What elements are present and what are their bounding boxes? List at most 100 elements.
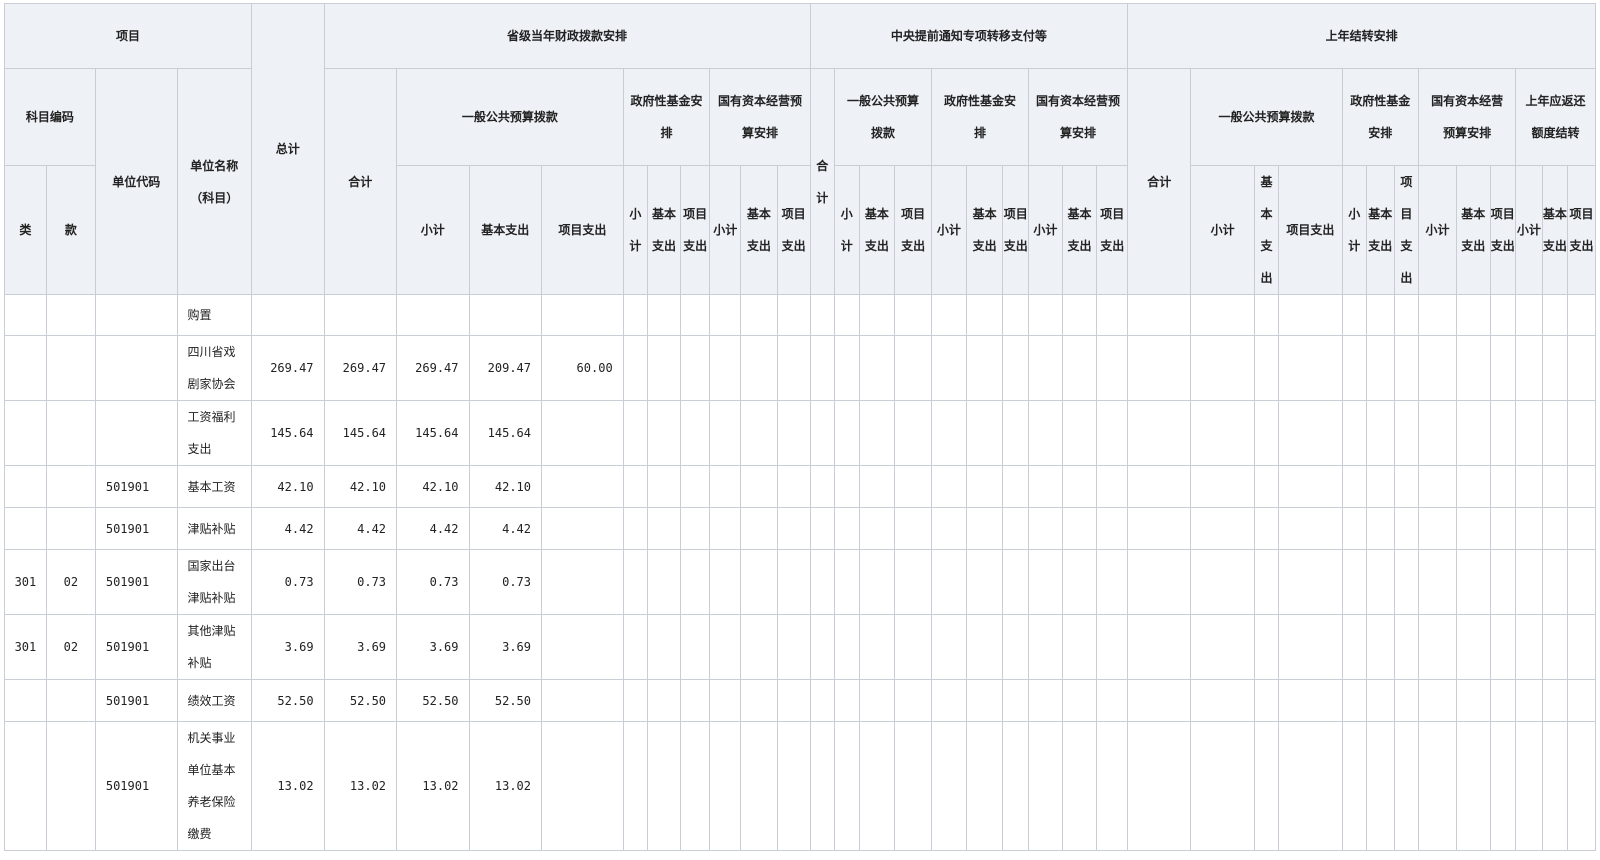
cell-g1-heji: 269.47 (323, 335, 398, 401)
cell-empty (894, 465, 933, 508)
header-g2-yiban-xiangmu: 项目支出 (894, 165, 933, 295)
cell-empty (965, 721, 1004, 851)
cell-empty (1027, 335, 1063, 401)
cell-kuan (45, 721, 96, 851)
header-g1-zhengfu-xiaoji: 小计 (622, 165, 649, 295)
cell-empty (622, 507, 649, 550)
cell-empty (1341, 400, 1368, 466)
cell-empty (1278, 335, 1343, 401)
header-g3-yiban-xiaoji: 小计 (1190, 165, 1255, 295)
cell-empty (1278, 721, 1343, 851)
cell-unit-name: 国家出台津贴补贴 (176, 549, 253, 615)
cell-empty (740, 507, 778, 550)
cell-unit-name: 基本工资 (176, 465, 253, 508)
cell-empty (740, 465, 778, 508)
cell-empty (809, 679, 836, 722)
cell-empty (647, 294, 681, 336)
cell-empty (965, 679, 1004, 722)
cell-lei (4, 294, 47, 336)
cell-g1-xiangmu (541, 679, 624, 722)
header-g3-huanfan-xiangmu: 项目支出 (1567, 165, 1596, 295)
cell-empty (1096, 679, 1129, 722)
cell-empty (1061, 549, 1098, 615)
cell-empty (622, 721, 649, 851)
cell-empty (894, 335, 933, 401)
cell-empty (1515, 400, 1543, 466)
cell-g1-xiaoji: 0.73 (396, 549, 470, 615)
cell-empty (1489, 400, 1517, 466)
header-g3-huanfan-jiben: 基本支出 (1541, 165, 1569, 295)
cell-empty (1341, 294, 1368, 336)
cell-g1-jiben: 0.73 (468, 549, 543, 615)
cell-empty (776, 400, 811, 466)
cell-empty (834, 549, 860, 615)
cell-lei (4, 465, 47, 508)
cell-empty (1096, 549, 1129, 615)
cell-unit-name: 机关事业单位基本养老保险缴费 (176, 721, 253, 851)
cell-g1-heji: 3.69 (323, 614, 398, 680)
cell-empty (894, 679, 933, 722)
cell-zongji: 3.69 (251, 614, 325, 680)
header-danwei-mingcheng: 单位名称（科目） (176, 68, 253, 295)
cell-g1-jiben: 52.50 (468, 679, 543, 722)
cell-empty (622, 465, 649, 508)
cell-empty (1366, 679, 1395, 722)
cell-empty (740, 549, 778, 615)
cell-empty (809, 721, 836, 851)
cell-kuan (45, 465, 96, 508)
cell-unit-name: 购置 (176, 294, 253, 336)
cell-empty (1061, 400, 1098, 466)
cell-empty (776, 549, 811, 615)
cell-unit-code (94, 335, 178, 401)
header-g1-xiangmu: 项目支出 (541, 165, 624, 295)
cell-empty (1002, 614, 1029, 680)
cell-empty (1366, 507, 1395, 550)
cell-empty (1341, 549, 1368, 615)
cell-empty (1489, 335, 1517, 401)
cell-empty (834, 335, 860, 401)
header-g2-guoyou-jiben: 基本支出 (1061, 165, 1098, 295)
cell-empty (647, 465, 681, 508)
header-g1-guoyou-xiaoji: 小计 (709, 165, 742, 295)
cell-empty (1489, 549, 1517, 615)
cell-empty (858, 294, 896, 336)
header-g3-yiban: 一般公共预算拨款 (1190, 68, 1343, 166)
cell-empty (1418, 465, 1457, 508)
cell-empty (1567, 507, 1596, 550)
cell-lei (4, 679, 47, 722)
cell-g1-jiben (468, 294, 543, 336)
cell-empty (1489, 721, 1517, 851)
cell-empty (965, 294, 1004, 336)
cell-g1-xiaoji: 4.42 (396, 507, 470, 550)
cell-empty (1489, 507, 1517, 550)
cell-empty (679, 507, 711, 550)
cell-empty (1541, 549, 1569, 615)
cell-zongji: 145.64 (251, 400, 325, 466)
cell-empty (1341, 465, 1368, 508)
cell-empty (776, 335, 811, 401)
cell-empty (1278, 614, 1343, 680)
cell-empty (931, 465, 967, 508)
cell-g1-xiangmu (541, 507, 624, 550)
header-g2-yiban-xiaoji: 小计 (834, 165, 860, 295)
cell-g1-heji: 145.64 (323, 400, 398, 466)
cell-empty (1341, 679, 1368, 722)
cell-empty (1027, 507, 1063, 550)
cell-empty (1002, 679, 1029, 722)
header-kemu-bianma: 科目编码 (4, 68, 96, 166)
cell-empty (740, 335, 778, 401)
cell-unit-code: 501901 (94, 507, 178, 550)
cell-empty (1253, 465, 1280, 508)
cell-empty (1002, 294, 1029, 336)
cell-empty (858, 507, 896, 550)
cell-empty (1366, 335, 1395, 401)
cell-empty (622, 614, 649, 680)
cell-empty (1341, 335, 1368, 401)
cell-empty (1190, 335, 1255, 401)
cell-g1-jiben: 4.42 (468, 507, 543, 550)
cell-empty (834, 507, 860, 550)
cell-empty (709, 294, 742, 336)
cell-empty (1366, 721, 1395, 851)
cell-g1-jiben: 42.10 (468, 465, 543, 508)
cell-g1-xiaoji: 269.47 (396, 335, 470, 401)
